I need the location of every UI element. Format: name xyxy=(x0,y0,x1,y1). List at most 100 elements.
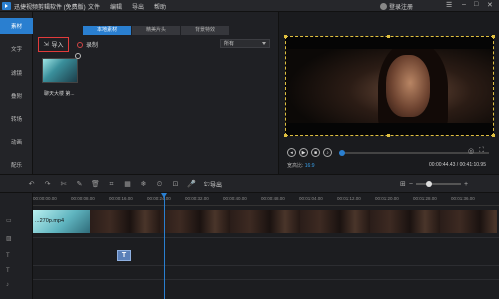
menu-export[interactable]: 导出 xyxy=(132,2,154,11)
prev-frame-icon[interactable]: ◂ xyxy=(287,148,296,157)
seek-bar[interactable] xyxy=(339,150,489,156)
resize-handle[interactable] xyxy=(492,35,495,38)
redo-icon[interactable]: ↷ xyxy=(42,180,53,189)
preview-panel: ◂ ▶ ■ ♪ 宽高比: 16:9 00:00:44.43 / 00:41:10… xyxy=(278,12,499,174)
play-icon[interactable]: ▶ xyxy=(299,148,308,157)
ruler-tick-label: 00:00:00.00 xyxy=(33,196,57,201)
ratio-value: 16:9 xyxy=(304,163,315,169)
login-button[interactable]: 登录注册 xyxy=(380,2,413,11)
menu-bar: 文件 编辑 导出 帮助 xyxy=(88,2,176,11)
mic-icon[interactable]: 🎤 xyxy=(186,180,197,189)
sidebar: 素材 文字 滤镜 叠附 转场 动画 配乐 xyxy=(0,12,33,174)
import-label: 导入 xyxy=(51,43,64,49)
add-to-timeline-icon[interactable] xyxy=(75,53,81,59)
ruler-tick-label: 00:01:20.00 xyxy=(375,196,399,201)
media-item-caption: 聊天大楼 第... xyxy=(44,91,75,97)
snapshot-icon[interactable]: ◎ xyxy=(468,147,474,155)
media-panel: 本地素材 精美片头 背景特效 ⇲ 导入 录制 所有 聊天大楼 第... xyxy=(33,12,278,174)
ruler-tick-label: 00:01:36.00 xyxy=(451,196,475,201)
menu-help[interactable]: 帮助 xyxy=(154,2,176,11)
music-track-icon: ♪ xyxy=(6,282,9,288)
track-divider xyxy=(33,237,499,238)
record-icon xyxy=(77,41,83,48)
text-track-icon: T xyxy=(6,253,10,259)
track-divider xyxy=(33,279,499,280)
seek-knob[interactable] xyxy=(339,150,345,156)
sidebar-item-text[interactable]: 文字 xyxy=(0,41,33,57)
picture-track-icon: ▨ xyxy=(6,236,12,242)
edit-icon[interactable]: ✎ xyxy=(74,180,85,189)
menu-file[interactable]: 文件 xyxy=(88,2,110,11)
edit-toolbar: ↶ ↷ ✄ ✎ 🗑 ⌗ ▦ ❄ ⏲ ⊡ 🎤 ♫ ⇪ 导出 ⊞ − + xyxy=(0,174,499,193)
import-button[interactable]: ⇲ 导入 xyxy=(38,37,69,52)
crop-icon[interactable]: ⌗ xyxy=(106,180,117,189)
playback-controls: ◂ ▶ ■ ♪ xyxy=(287,148,332,157)
resize-handle[interactable] xyxy=(284,134,287,137)
video-clip[interactable] xyxy=(90,210,497,233)
sidebar-item-music[interactable]: 配乐 xyxy=(0,157,33,173)
app-logo-icon xyxy=(2,2,11,10)
media-thumbnail[interactable] xyxy=(42,58,78,83)
record-label: 录制 xyxy=(86,43,99,49)
speed-icon[interactable]: ⏲ xyxy=(154,180,165,189)
zoom-out-icon[interactable]: − xyxy=(409,181,413,188)
export-button[interactable]: ⇪ 导出 xyxy=(203,180,222,189)
letterbox-top xyxy=(286,37,493,49)
tab-local-material[interactable]: 本地素材 xyxy=(83,26,131,35)
minimize-icon[interactable]: – xyxy=(462,1,466,8)
freeze-icon[interactable]: ❄ xyxy=(138,180,149,189)
ruler-tick-label: 00:00:32.00 xyxy=(185,196,209,201)
fullscreen-icon[interactable]: ⛶ xyxy=(479,147,484,155)
import-icon: ⇲ xyxy=(43,42,49,48)
filter-value: 所有 xyxy=(224,41,235,47)
sidebar-item-material[interactable]: 素材 xyxy=(0,18,33,34)
ruler-tick-label: 00:01:12.00 xyxy=(337,196,361,201)
export-icon: ⇪ xyxy=(203,182,209,188)
text-clip[interactable]: T xyxy=(117,250,131,261)
playhead[interactable] xyxy=(161,193,167,299)
video-subject-face xyxy=(386,55,430,117)
mosaic-icon[interactable]: ▦ xyxy=(122,180,133,189)
timeline: ▭ ▨ T T ♪ 00:00:00.00 00:00:08.00 00:00:16… xyxy=(0,193,499,299)
stop-icon[interactable]: ■ xyxy=(311,148,320,157)
ruler-tick-label: 00:00:08.00 xyxy=(71,196,95,201)
resize-handle[interactable] xyxy=(387,35,390,38)
zoom-in-icon[interactable]: + xyxy=(464,181,468,188)
track-headers: ▭ ▨ T T ♪ xyxy=(0,193,33,299)
settings-icon[interactable]: ☰ xyxy=(446,1,452,9)
sidebar-item-filter[interactable]: 滤镜 xyxy=(0,65,33,81)
close-icon[interactable]: ✕ xyxy=(487,1,493,9)
tab-intro[interactable]: 精美片头 xyxy=(132,26,180,35)
ruler-tick-label: 00:01:28.00 xyxy=(413,196,437,201)
ruler-tick-label: 00:00:40.00 xyxy=(223,196,247,201)
time-ruler[interactable]: 00:00:00.00 00:00:08.00 00:00:16.00 00:00:2… xyxy=(33,193,499,206)
tab-background-effects[interactable]: 背景特效 xyxy=(181,26,229,35)
aspect-ratio[interactable]: 宽高比: 16:9 xyxy=(287,162,315,169)
video-track-icon: ▭ xyxy=(6,218,12,224)
media-filter-select[interactable]: 所有 xyxy=(220,39,270,48)
resize-handle[interactable] xyxy=(387,134,390,137)
zoom-knob[interactable] xyxy=(425,181,432,187)
resize-handle[interactable] xyxy=(492,134,495,137)
sidebar-item-transition[interactable]: 转场 xyxy=(0,111,33,127)
ruler-tick-label: 00:00:24.00 xyxy=(147,196,171,201)
zoom-control: ⊞ − + xyxy=(400,180,468,189)
export-label: 导出 xyxy=(210,183,223,189)
video-preview[interactable] xyxy=(285,36,494,136)
record-button[interactable]: 录制 xyxy=(77,40,98,49)
track-divider xyxy=(33,265,499,266)
fit-icon[interactable]: ⊞ xyxy=(400,180,406,188)
menu-edit[interactable]: 编辑 xyxy=(110,2,132,11)
resize-handle[interactable] xyxy=(284,35,287,38)
maximize-icon[interactable]: □ xyxy=(474,1,478,8)
video-track[interactable]: ...270p.mp4 xyxy=(33,210,497,233)
zoom-slider[interactable] xyxy=(415,181,461,187)
sidebar-item-overlay[interactable]: 叠附 xyxy=(0,88,33,104)
sidebar-item-animation[interactable]: 动画 xyxy=(0,134,33,150)
split-icon[interactable]: ✄ xyxy=(58,180,69,189)
delete-icon[interactable]: 🗑 xyxy=(90,180,101,189)
subtitle-icon[interactable]: ⊡ xyxy=(170,180,181,189)
volume-icon[interactable]: ♪ xyxy=(323,148,332,157)
undo-icon[interactable]: ↶ xyxy=(26,180,37,189)
media-tabs: 本地素材 精美片头 背景特效 xyxy=(83,26,230,35)
